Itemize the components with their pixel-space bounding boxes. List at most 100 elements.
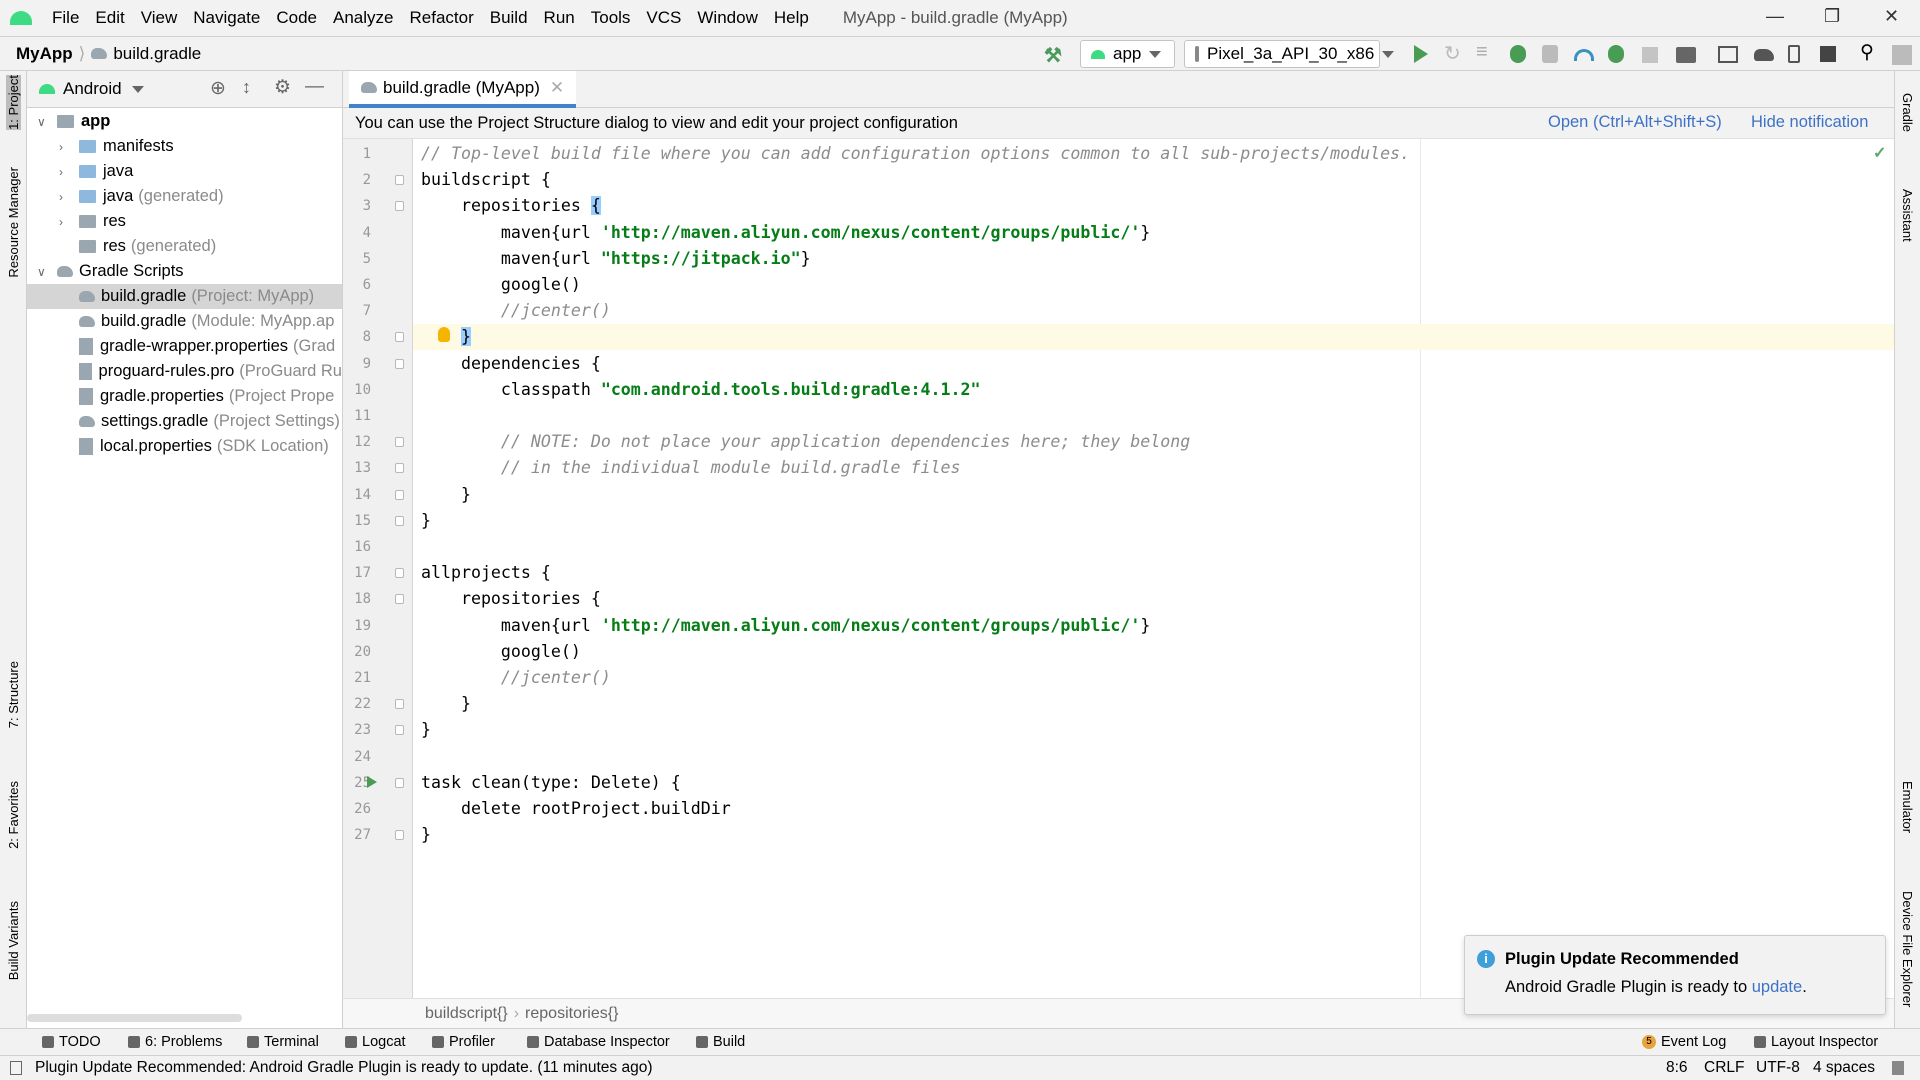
run-config-select[interactable]: app <box>1080 40 1175 68</box>
gear-icon[interactable]: ⚙ <box>274 76 291 99</box>
run-anything-icon[interactable] <box>1718 46 1738 63</box>
left-stripe--favorites[interactable]: 2: Favorites <box>6 781 21 849</box>
tree-item[interactable]: local.properties (SDK Location) <box>27 434 342 459</box>
stop-icon[interactable] <box>1642 47 1658 63</box>
hammer-icon[interactable]: ⚒ <box>1044 43 1062 68</box>
caret-position[interactable]: 8:6 <box>1666 1059 1688 1077</box>
right-stripe-assistant[interactable]: Assistant <box>1900 189 1915 242</box>
chevron-right-icon[interactable]: › <box>59 215 63 229</box>
fold-marker-icon[interactable] <box>395 175 404 186</box>
code-line[interactable]: // Top-level build file where you can ad… <box>421 141 1410 167</box>
code-line[interactable]: dependencies { <box>421 351 601 377</box>
tool-layout-inspector[interactable]: Layout Inspector <box>1754 1034 1878 1050</box>
breadcrumb-file[interactable]: build.gradle <box>113 44 201 64</box>
file-encoding[interactable]: UTF-8 <box>1756 1059 1800 1077</box>
tool-build[interactable]: Build <box>696 1034 745 1050</box>
menu-navigate[interactable]: Navigate <box>185 8 268 28</box>
run-gutter-icon[interactable] <box>367 775 377 788</box>
close-window-button[interactable]: ✕ <box>1884 6 1899 27</box>
fold-marker-icon[interactable] <box>395 594 404 605</box>
code-line[interactable]: } <box>421 482 471 508</box>
code-line[interactable]: } <box>421 717 431 743</box>
code-editor[interactable]: 1 2 3 4 5 6 7 8 9 10 11 12 13 14 15 16 17 18 19 20 21 22 23 24 2… <box>343 139 1894 998</box>
tool-profiler[interactable]: Profiler <box>432 1034 495 1050</box>
menu-refactor[interactable]: Refactor <box>401 8 481 28</box>
update-link[interactable]: update <box>1752 978 1802 996</box>
tree-item[interactable]: › java (generated) <box>27 184 342 209</box>
code-line[interactable]: google() <box>421 639 581 665</box>
apply-code-changes-icon[interactable]: ≡ <box>1476 41 1496 63</box>
lightbulb-icon[interactable] <box>438 327 450 343</box>
code-line[interactable]: } <box>421 508 431 534</box>
user-icon[interactable] <box>1892 45 1912 65</box>
hide-notification-link[interactable]: Hide notification <box>1751 113 1868 132</box>
tool-problems[interactable]: 6: Problems <box>128 1034 222 1050</box>
menu-analyze[interactable]: Analyze <box>325 8 401 28</box>
restore-button[interactable]: ❐ <box>1824 6 1840 27</box>
debug-icon[interactable] <box>1510 45 1526 63</box>
code-line[interactable]: classpath "com.android.tools.build:gradl… <box>421 377 981 403</box>
chevron-right-icon[interactable]: › <box>59 190 63 204</box>
tree-item[interactable]: build.gradle (Module: MyApp.ap <box>27 309 342 334</box>
menu-help[interactable]: Help <box>766 8 817 28</box>
tree-item[interactable]: gradle-wrapper.properties (Grad <box>27 334 342 359</box>
menu-build[interactable]: Build <box>482 8 536 28</box>
left-stripe-resource-manager[interactable]: Resource Manager <box>6 167 21 278</box>
tool-logcat[interactable]: Logcat <box>345 1034 406 1050</box>
fold-marker-icon[interactable] <box>395 201 404 212</box>
fold-marker-icon[interactable] <box>395 463 404 474</box>
right-stripe-emulator[interactable]: Emulator <box>1900 781 1915 833</box>
profile-icon[interactable] <box>1574 49 1594 61</box>
chevron-down-icon[interactable]: ∨ <box>37 115 46 129</box>
code-line[interactable]: repositories { <box>421 586 601 612</box>
tool-todo[interactable]: TODO <box>42 1034 101 1050</box>
tree-item[interactable]: build.gradle (Project: MyApp) <box>27 284 342 309</box>
toggle-tool-windows-icon[interactable] <box>10 1061 22 1075</box>
fold-marker-icon[interactable] <box>395 358 404 369</box>
menu-file[interactable]: File <box>44 8 87 28</box>
right-stripe-device-file-explorer[interactable]: Device File Explorer <box>1900 891 1915 1007</box>
code-line[interactable]: // NOTE: Do not place your application d… <box>421 429 1190 455</box>
project-view-select[interactable]: Android <box>63 79 122 99</box>
avd-manager-icon[interactable] <box>1788 45 1800 63</box>
tree-item[interactable]: › manifests <box>27 134 342 159</box>
run-icon[interactable] <box>1414 45 1428 63</box>
minimize-button[interactable]: — <box>1766 6 1784 27</box>
tree-item[interactable]: settings.gradle (Project Settings) <box>27 409 342 434</box>
fold-marker-icon[interactable] <box>395 725 404 736</box>
project-structure-icon[interactable] <box>1676 47 1696 63</box>
apply-changes-icon[interactable]: ↻ <box>1444 41 1464 65</box>
code-line[interactable]: } <box>421 691 471 717</box>
code-line[interactable]: task clean(type: Delete) { <box>421 770 681 796</box>
menu-tools[interactable]: Tools <box>583 8 639 28</box>
attach-debugger-icon[interactable] <box>1608 45 1624 63</box>
menu-run[interactable]: Run <box>536 8 583 28</box>
search-icon[interactable]: ⚲ <box>1860 41 1880 63</box>
locate-icon[interactable]: ⊕ <box>210 77 226 100</box>
line-separator[interactable]: CRLF <box>1704 1059 1744 1077</box>
tree-item[interactable]: › java <box>27 159 342 184</box>
chevron-right-icon[interactable]: › <box>59 140 63 154</box>
tree-item[interactable]: proguard-rules.pro (ProGuard Ru <box>27 359 342 384</box>
tree-item[interactable]: gradle.properties (Project Prope <box>27 384 342 409</box>
fold-marker-icon[interactable] <box>395 515 404 526</box>
horizontal-scrollbar[interactable] <box>27 1014 242 1022</box>
breadcrumb-project[interactable]: MyApp <box>16 44 73 64</box>
tree-item[interactable]: › res <box>27 209 342 234</box>
menu-vcs[interactable]: VCS <box>638 8 689 28</box>
sync-gradle-icon[interactable] <box>1754 49 1774 61</box>
fold-marker-icon[interactable] <box>395 489 404 500</box>
chevron-down-icon[interactable]: ∨ <box>37 265 46 279</box>
sdk-manager-icon[interactable] <box>1820 46 1836 62</box>
close-tab-icon[interactable]: ✕ <box>550 78 564 98</box>
fold-marker-icon[interactable] <box>395 332 404 343</box>
breadcrumb-buildscript[interactable]: buildscript{} <box>425 1005 508 1023</box>
code-line[interactable]: repositories { <box>421 193 601 219</box>
code-line[interactable]: maven{url 'http://maven.aliyun.com/nexus… <box>421 220 1150 246</box>
collapse-all-icon[interactable]: ↕ <box>242 77 251 98</box>
menu-view[interactable]: View <box>133 8 186 28</box>
fold-marker-icon[interactable] <box>395 830 404 841</box>
indent-setting[interactable]: 4 spaces <box>1813 1059 1875 1077</box>
lock-icon[interactable] <box>1892 1061 1904 1075</box>
code-line[interactable]: buildscript { <box>421 167 551 193</box>
